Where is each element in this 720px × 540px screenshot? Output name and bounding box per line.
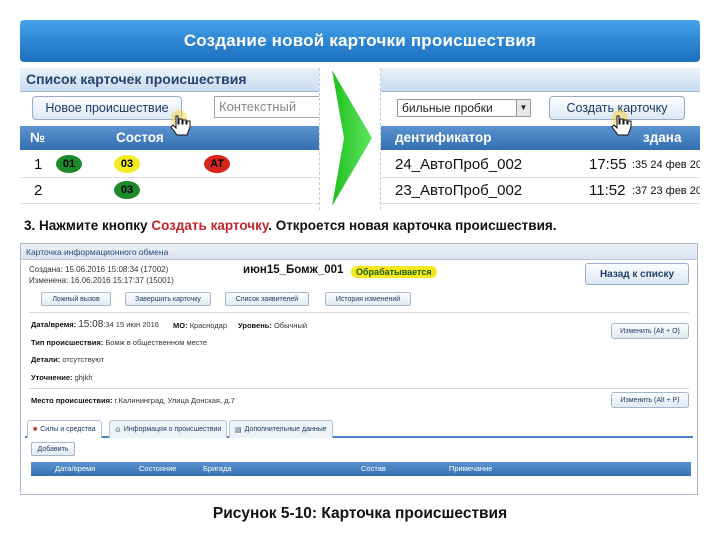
chevron-down-icon: ▼ <box>516 100 530 116</box>
level-value: Обычный <box>273 321 308 330</box>
column-brigade: Бригада <box>203 464 232 473</box>
tab-forces[interactable]: ■ Силы и средства <box>27 420 102 438</box>
tab-additional-data[interactable]: ▤ Дополнительные данные <box>229 420 333 438</box>
forces-table-header: Дата/время Состояние Бригада Состав Прим… <box>31 462 691 476</box>
status-badge: Обрабатывается <box>351 266 437 278</box>
figure-caption: Рисунок 5-10: Карточка происшествия <box>212 505 508 522</box>
mo-value: Краснодар <box>189 321 228 330</box>
created-time: 17:55 <box>589 156 627 173</box>
column-state: Состояние <box>139 464 177 473</box>
instruction-highlight: Создать карточку <box>151 218 269 233</box>
table-row[interactable]: 2 03 <box>20 178 319 204</box>
details-label: Детали: <box>31 355 61 364</box>
status-badge: 03 <box>114 181 140 199</box>
mo-field: МО: Краснодар <box>173 321 227 330</box>
forces-icon: ■ <box>33 426 38 433</box>
card-name: июн15_Бомж_001 <box>243 264 344 276</box>
instruction-text: 3. Нажмите кнопку Создать карточку. Откр… <box>24 218 557 233</box>
status-badge: 03 <box>114 155 140 173</box>
false-call-button[interactable]: Ложный вызов <box>41 292 111 306</box>
instruction-suffix: . Откроется новая карточка происшествия. <box>268 218 557 233</box>
filter-select[interactable]: бильные пробки ▼ <box>397 99 531 117</box>
column-datetime: Дата/время <box>55 464 96 473</box>
created-date: :35 24 фев 2016 <box>632 159 700 171</box>
next-step-arrow-icon <box>332 70 372 206</box>
hand-cursor-icon <box>611 110 632 136</box>
banner-title: Создание новой карточки происшествия <box>183 31 537 50</box>
incident-type-value: Бомж в общественном месте <box>105 338 208 347</box>
new-incident-button[interactable]: Новое происшествие <box>32 96 182 120</box>
edit-info-button[interactable]: Изменить (Alt + O) <box>611 323 689 339</box>
instruction-prefix: 3. Нажмите кнопку <box>24 218 152 233</box>
complete-card-button[interactable]: Завершить карточку <box>125 292 211 306</box>
context-search-input[interactable]: Контекстный <box>214 96 319 118</box>
change-history-button[interactable]: История изменений <box>325 292 411 306</box>
created-date: :37 23 фев 2016 <box>632 185 700 197</box>
column-identifier: дентификатор <box>395 130 492 145</box>
title-banner: Создание новой карточки происшествия <box>20 20 700 62</box>
applicants-list-button[interactable]: Список заявителей <box>225 292 309 306</box>
datetime-time: 15:08 <box>78 319 104 330</box>
table-row[interactable]: 23_АвтоПроб_002 11:52 :37 23 фев 2016 <box>381 178 700 204</box>
status-badge: AT <box>204 155 230 173</box>
tab-incident-info-label: Информация о происшествии <box>123 426 222 433</box>
list-title: Список карточек происшествия <box>20 68 319 92</box>
clarification-field: Уточнение: ghjkh <box>31 373 93 382</box>
edit-place-button[interactable]: Изменить (Alt + P) <box>611 392 689 408</box>
column-composition: Состав <box>361 464 386 473</box>
details-value: отсутствуют <box>62 355 105 364</box>
card-window-title: Карточка информационного обмена <box>21 244 697 260</box>
card-tabs: ■ Силы и средства ⊙ Информация о происшест… <box>25 418 693 438</box>
mo-label: МО: <box>173 321 188 330</box>
created-meta: Создана: 15.06.2016 15:08:34 (17002) <box>29 265 169 274</box>
info-icon: ⊙ <box>115 426 121 434</box>
incident-card-screenshot: Карточка информационного обмена Создана:… <box>20 243 698 495</box>
back-to-list-button[interactable]: Назад к списку <box>585 263 689 285</box>
list-toolbar-right: бильные пробки ▼ Создать карточку <box>381 96 700 122</box>
incident-list-screenshot: Список карточек происшествия Новое проис… <box>20 68 320 210</box>
clarification-label: Уточнение: <box>31 373 73 382</box>
column-state: Состоя <box>116 130 164 145</box>
column-created: здана <box>643 130 682 145</box>
level-label: Уровень: <box>238 321 272 330</box>
card-identifier: 23_АвтоПроб_002 <box>395 182 523 199</box>
column-note: Примечание <box>449 464 493 473</box>
place-field: Место происшествия: г.Калининград, Улица… <box>31 396 235 405</box>
divider <box>29 312 689 313</box>
document-icon: ▤ <box>235 426 242 434</box>
table-row[interactable]: 1 01 03 AT <box>20 152 319 178</box>
filter-select-value: бильные пробки <box>402 101 493 115</box>
status-badge: 01 <box>56 155 82 173</box>
tab-additional-data-label: Дополнительные данные <box>244 426 327 433</box>
datetime-rest: :34 15 июн 2016 <box>103 320 159 329</box>
place-value: г.Калининград, Улица Донская, д.7 <box>114 396 235 405</box>
clarification-value: ghjkh <box>74 373 93 382</box>
list-grid-header-right: дентификатор здана <box>381 126 700 150</box>
modified-meta: Изменена: 16.06.2016 15:17:37 (15001) <box>29 276 174 285</box>
row-number: 1 <box>34 156 43 173</box>
divider <box>29 388 689 389</box>
add-button[interactable]: Добавить <box>31 442 75 456</box>
card-identifier: 24_АвтоПроб_002 <box>395 156 523 173</box>
datetime-label: Дата/время: <box>31 320 77 329</box>
incident-list-screenshot-right: бильные пробки ▼ Создать карточку дентиф… <box>380 68 700 210</box>
datetime-field: Дата/время: 15:08:34 15 июн 2016 <box>31 319 159 330</box>
list-title-right <box>381 68 700 92</box>
level-field: Уровень: Обычный <box>238 321 307 330</box>
tab-forces-label: Силы и средства <box>40 426 96 433</box>
place-label: Место происшествия: <box>31 396 113 405</box>
table-row[interactable]: 24_АвтоПроб_002 17:55 :35 24 фев 2016 <box>381 152 700 178</box>
incident-type-field: Тип происшествия: Бомж в общественном ме… <box>31 338 207 347</box>
incident-type-label: Тип происшествия: <box>31 338 104 347</box>
hand-cursor-icon <box>170 110 191 136</box>
tab-incident-info[interactable]: ⊙ Информация о происшествии <box>109 420 228 438</box>
column-no: № <box>30 130 46 145</box>
created-time: 11:52 <box>589 182 626 199</box>
row-number: 2 <box>34 182 43 199</box>
details-field: Детали: отсутствуют <box>31 355 104 364</box>
